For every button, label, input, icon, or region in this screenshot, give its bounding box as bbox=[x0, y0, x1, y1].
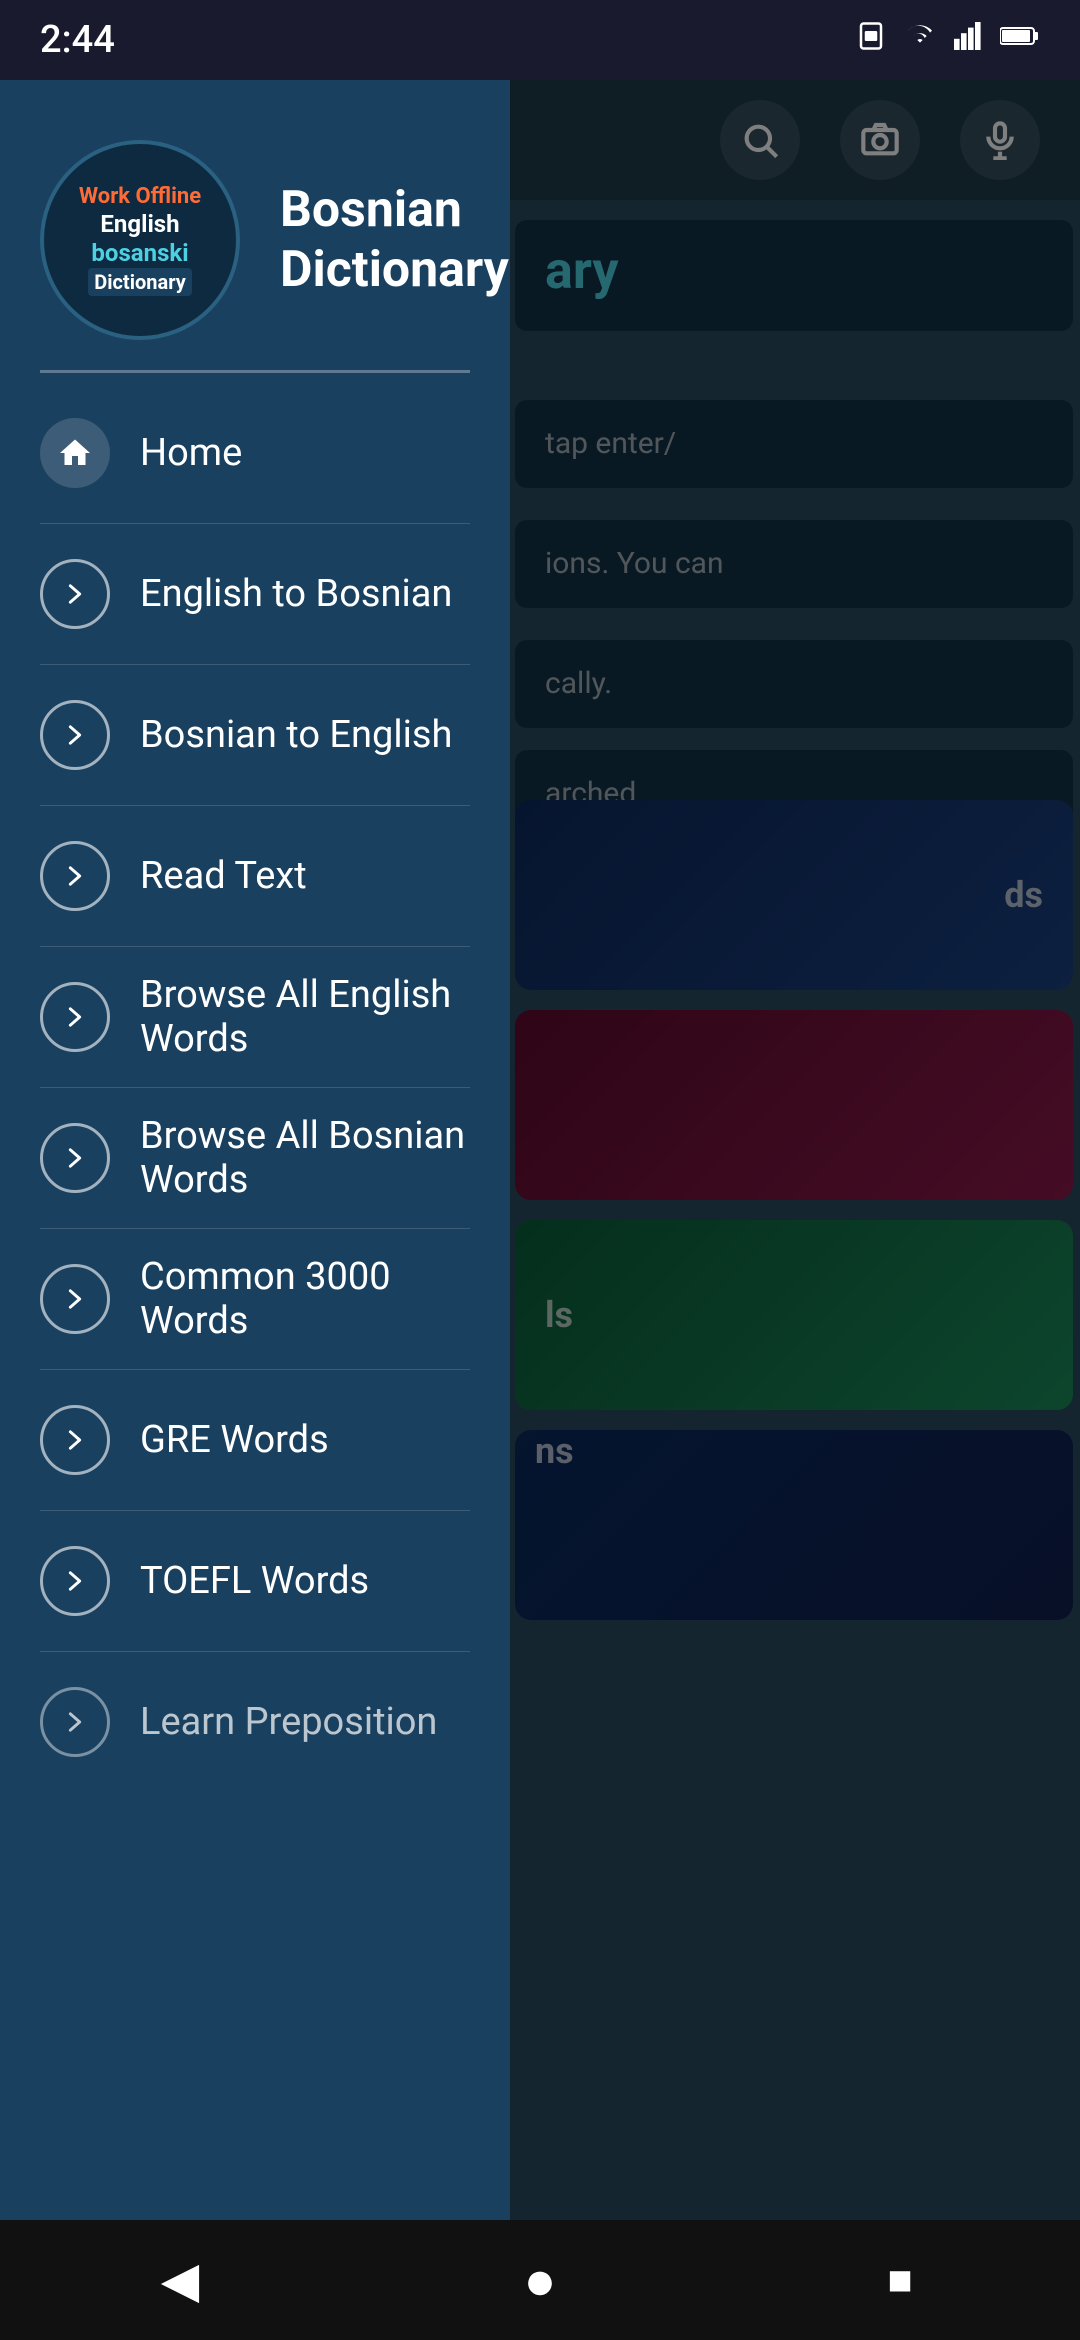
sidebar-item-common-3000[interactable]: Common 3000 Words bbox=[0, 1229, 510, 1369]
app-title-block: Bosnian Dictionary bbox=[280, 180, 509, 300]
english-to-bosnian-label: English to Bosnian bbox=[140, 572, 452, 616]
signal-icon bbox=[954, 21, 982, 59]
chevron-icon-8 bbox=[40, 1546, 110, 1616]
sidebar-item-home[interactable]: Home bbox=[0, 383, 510, 523]
app-logo: Work Offline English bosanski Dictionary bbox=[40, 140, 240, 340]
home-icon bbox=[40, 418, 110, 488]
recents-icon: ■ bbox=[887, 2256, 912, 2305]
status-bar: 2:44 bbox=[0, 0, 1080, 80]
logo-line1: Work Offline bbox=[79, 184, 201, 210]
bosnian-to-english-label: Bosnian to English bbox=[140, 713, 452, 757]
battery-icon bbox=[1000, 22, 1040, 58]
chevron-icon-2 bbox=[40, 700, 110, 770]
chevron-icon-3 bbox=[40, 841, 110, 911]
sidebar-item-learn-preposition[interactable]: Learn Preposition bbox=[0, 1652, 510, 1792]
sidebar-item-read-text[interactable]: Read Text bbox=[0, 806, 510, 946]
sim-icon bbox=[856, 21, 886, 59]
app-title: Bosnian Dictionary bbox=[280, 180, 509, 300]
drawer-header: Work Offline English bosanski Dictionary… bbox=[0, 80, 510, 370]
learn-preposition-label: Learn Preposition bbox=[140, 1700, 437, 1744]
chevron-icon-4 bbox=[40, 982, 110, 1052]
status-time: 2:44 bbox=[40, 18, 115, 62]
status-icons bbox=[856, 21, 1040, 59]
logo-line2: English bbox=[100, 210, 179, 239]
toefl-words-label: TOEFL Words bbox=[140, 1559, 369, 1603]
gre-words-label: GRE Words bbox=[140, 1418, 329, 1462]
home-button[interactable]: ● bbox=[490, 2240, 590, 2320]
back-icon: ◀ bbox=[161, 2251, 199, 2310]
logo-line3: bosanski bbox=[91, 239, 188, 268]
chevron-icon-7 bbox=[40, 1405, 110, 1475]
browse-bosnian-label: Browse All Bosnian Words bbox=[140, 1114, 470, 1202]
sidebar-item-toefl-words[interactable]: TOEFL Words bbox=[0, 1511, 510, 1651]
navigation-drawer: Work Offline English bosanski Dictionary… bbox=[0, 80, 510, 2340]
chevron-icon-6 bbox=[40, 1264, 110, 1334]
wifi-icon bbox=[904, 21, 936, 59]
navigation-bar: ◀ ● ■ bbox=[0, 2220, 1080, 2340]
home-nav-icon: ● bbox=[523, 2248, 556, 2313]
browse-english-label: Browse All English Words bbox=[140, 973, 470, 1061]
logo-line4: Dictionary bbox=[88, 268, 192, 296]
sidebar-item-browse-bosnian[interactable]: Browse All Bosnian Words bbox=[0, 1088, 510, 1228]
chevron-icon-9 bbox=[40, 1687, 110, 1757]
read-text-label: Read Text bbox=[140, 854, 307, 898]
back-button[interactable]: ◀ bbox=[130, 2240, 230, 2320]
home-label: Home bbox=[140, 431, 242, 475]
sidebar-item-bosnian-to-english[interactable]: Bosnian to English bbox=[0, 665, 510, 805]
chevron-icon-1 bbox=[40, 559, 110, 629]
sidebar-item-browse-english[interactable]: Browse All English Words bbox=[0, 947, 510, 1087]
recents-button[interactable]: ■ bbox=[850, 2240, 950, 2320]
chevron-icon-5 bbox=[40, 1123, 110, 1193]
menu-list: Home English to Bosnian Bosnian to Engli… bbox=[0, 373, 510, 2340]
common-3000-label: Common 3000 Words bbox=[140, 1255, 470, 1343]
sidebar-item-english-to-bosnian[interactable]: English to Bosnian bbox=[0, 524, 510, 664]
sidebar-item-gre-words[interactable]: GRE Words bbox=[0, 1370, 510, 1510]
